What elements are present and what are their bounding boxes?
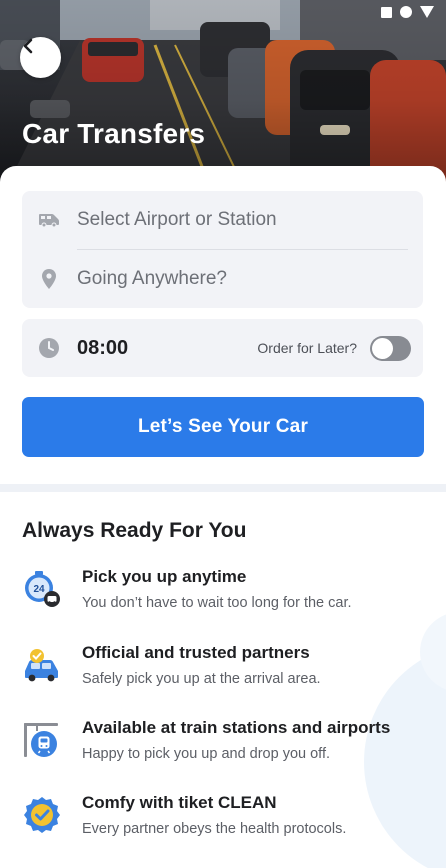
clock-icon (38, 337, 60, 359)
time-field: 08:00 Order for Later? (22, 319, 423, 377)
benefit-description: Every partner obeys the health protocols… (82, 821, 347, 837)
see-your-car-button[interactable]: Let’s See Your Car (22, 397, 424, 457)
section-title: Always Ready For You (22, 519, 247, 542)
clean-badge-check-icon (24, 797, 60, 833)
destination-placeholder: Going Anywhere? (77, 268, 227, 289)
route-fields: Select Airport or Station Going Anywhere… (22, 191, 423, 308)
destination-field[interactable]: Going Anywhere? (22, 250, 423, 308)
pickup-placeholder: Select Airport or Station (77, 209, 277, 230)
square-icon (381, 6, 392, 18)
circle-icon (400, 6, 412, 18)
train-station-sign-icon (24, 723, 58, 757)
clock-24-car-icon: 24 (25, 571, 60, 607)
order-later-label: Order for Later? (257, 340, 357, 356)
trusted-partner-car-icon (25, 649, 58, 682)
triangle-icon (420, 6, 434, 18)
svg-text:24: 24 (33, 584, 45, 595)
benefit-title: Official and trusted partners (82, 643, 310, 662)
time-value[interactable]: 08:00 (77, 337, 128, 360)
booking-card: Select Airport or Station Going Anywhere… (0, 166, 446, 484)
van-icon (38, 209, 60, 231)
benefit-title: Available at train stations and airports (82, 718, 391, 737)
page-title: Car Transfers (22, 118, 206, 149)
benefit-title: Comfy with tiket CLEAN (82, 793, 277, 812)
status-bar (381, 6, 434, 18)
location-pin-icon (38, 268, 60, 290)
benefit-description: Happy to pick you up and drop you off. (82, 746, 331, 762)
benefit-description: Safely pick you up at the arrival area. (82, 671, 321, 687)
order-later-toggle[interactable] (370, 335, 411, 361)
benefit-description: You don’t have to wait too long for the … (82, 595, 352, 611)
toggle-knob (372, 337, 393, 359)
back-button[interactable] (20, 37, 61, 78)
benefits-section: Always Ready For You 24 Pick you up anyt… (0, 492, 446, 868)
chevron-left-icon (23, 38, 33, 54)
pickup-field[interactable]: Select Airport or Station (22, 191, 423, 249)
benefit-title: Pick you up anytime (82, 567, 247, 586)
section-divider (0, 484, 446, 492)
